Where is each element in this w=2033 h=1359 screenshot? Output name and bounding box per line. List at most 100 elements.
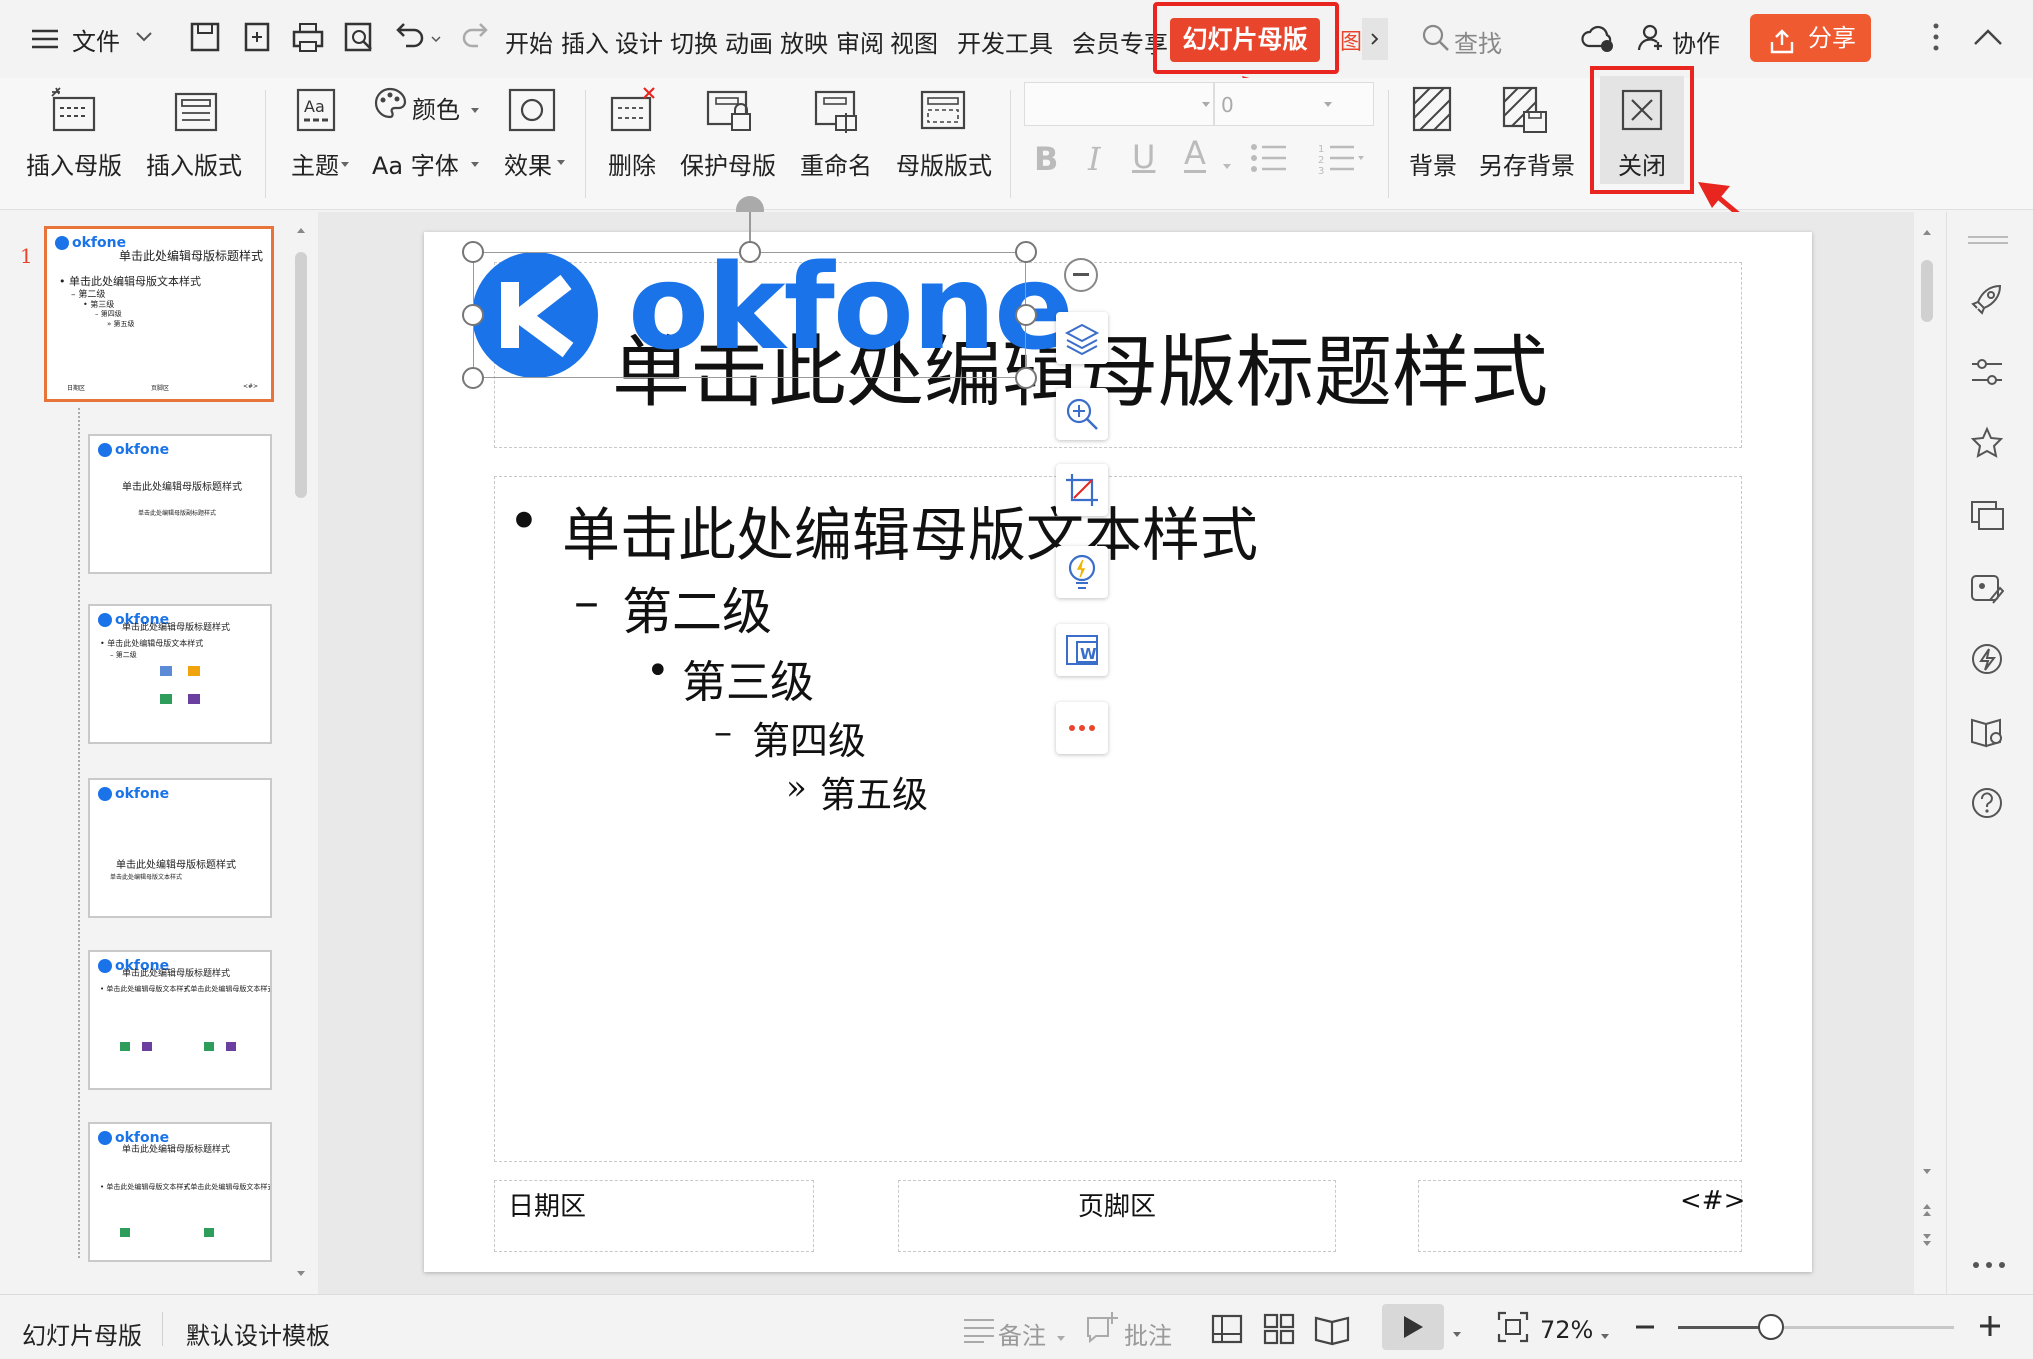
- tab-picture[interactable]: 图: [1340, 24, 1362, 56]
- font-size-select[interactable]: 0: [1214, 82, 1374, 126]
- tab-design[interactable]: 设计: [615, 24, 663, 59]
- thumbnail-layout-title[interactable]: okfone 单击此处编辑母版标题样式 单击此处编辑母版副标题样式: [88, 434, 272, 574]
- effect-icon[interactable]: [508, 88, 556, 136]
- zoom-in-icon[interactable]: [1056, 388, 1108, 440]
- design-palette-icon[interactable]: [1970, 570, 2005, 608]
- notes-dropdown-icon[interactable]: [1056, 1328, 1066, 1347]
- font-color-dropdown-icon[interactable]: [1222, 156, 1232, 175]
- italic-icon[interactable]: I: [1088, 140, 1101, 178]
- font-name-select[interactable]: [1024, 82, 1214, 126]
- comment-icon[interactable]: [1084, 1310, 1120, 1348]
- tab-insert[interactable]: 插入: [561, 24, 609, 59]
- theme-dropdown-icon[interactable]: [340, 154, 350, 173]
- color-button[interactable]: 颜色: [412, 90, 460, 125]
- resize-handle[interactable]: [462, 241, 484, 263]
- bullet-list-icon[interactable]: [1250, 142, 1290, 178]
- thumbnail-layout-comparison[interactable]: okfone 单击此处编辑母版标题样式 • 单击此处编辑母版文本样式 • 单击此…: [88, 1122, 272, 1262]
- crop-icon[interactable]: [1056, 464, 1108, 516]
- fit-window-icon[interactable]: [1496, 1310, 1530, 1348]
- master-layout-icon[interactable]: [918, 86, 968, 138]
- thumbnail-layout-two-content[interactable]: okfone 单击此处编辑母版标题样式 • 单击此处编辑母版文本样式 • 单击此…: [88, 950, 272, 1090]
- palette-icon[interactable]: [372, 86, 408, 124]
- tab-transition[interactable]: 切换: [670, 24, 718, 59]
- text-level-3[interactable]: 第三级: [682, 646, 814, 710]
- color-dropdown-icon[interactable]: [470, 100, 480, 119]
- play-slideshow-button[interactable]: [1382, 1304, 1444, 1350]
- resize-handle[interactable]: [1015, 241, 1037, 263]
- font-button[interactable]: Aa 字体: [372, 146, 459, 181]
- effect-dropdown-icon[interactable]: [556, 152, 566, 171]
- thumbnail-layout-section[interactable]: okfone 单击此处编辑母版标题样式 单击此处编辑母版文本样式: [88, 778, 272, 918]
- close-button-label[interactable]: 关闭: [1606, 146, 1678, 181]
- search-label[interactable]: 查找: [1454, 24, 1502, 59]
- smart-suggest-icon[interactable]: [1056, 546, 1108, 598]
- resize-handle[interactable]: [1015, 304, 1037, 326]
- effect-button[interactable]: 效果: [498, 146, 558, 181]
- thumbnail-layout-content[interactable]: okfone 单击此处编辑母版标题样式 • 单击此处编辑母版文本样式 – 第二级: [88, 604, 272, 744]
- share-button[interactable]: 分享: [1750, 14, 1871, 62]
- normal-view-icon[interactable]: [1210, 1312, 1244, 1350]
- zoom-dropdown-icon[interactable]: [1600, 1326, 1610, 1345]
- export-icon[interactable]: [240, 20, 274, 58]
- hamburger-icon[interactable]: [28, 24, 62, 54]
- font-color-icon[interactable]: A: [1184, 136, 1206, 173]
- search-icon[interactable]: [1422, 24, 1450, 56]
- adjust-icon[interactable]: [1970, 356, 2004, 392]
- print-icon[interactable]: [290, 20, 326, 58]
- protect-master-button[interactable]: 保护母版: [676, 146, 780, 181]
- collaborate-icon[interactable]: [1636, 22, 1666, 56]
- undo-dropdown-icon[interactable]: [430, 30, 442, 43]
- close-master-icon[interactable]: [1620, 88, 1664, 136]
- slide-transition-icon[interactable]: [1970, 498, 2004, 536]
- rocket-icon[interactable]: [1970, 282, 2004, 320]
- save-icon[interactable]: [188, 20, 222, 58]
- bold-icon[interactable]: B: [1034, 140, 1058, 178]
- text-level-5[interactable]: 第五级: [820, 766, 928, 818]
- insert-master-icon[interactable]: [48, 86, 100, 138]
- cloud-sync-icon[interactable]: [1580, 22, 1616, 58]
- comment-button[interactable]: 批注: [1124, 1316, 1172, 1351]
- zoom-out-icon[interactable]: [1634, 1316, 1656, 1342]
- theme-icon[interactable]: Aa: [296, 86, 336, 138]
- numbered-list-icon[interactable]: 123: [1318, 142, 1366, 178]
- delete-icon[interactable]: [608, 86, 658, 138]
- convert-word-icon[interactable]: W: [1056, 624, 1108, 676]
- canvas-scrollbar[interactable]: [1918, 222, 1936, 1282]
- font-dropdown-icon[interactable]: [470, 154, 480, 173]
- reading-view-icon[interactable]: [1314, 1312, 1350, 1350]
- text-level-1[interactable]: 单击此处编辑母版文本样式: [562, 488, 1258, 572]
- tab-slide-master[interactable]: 幻灯片母版: [1170, 18, 1320, 62]
- resize-handle[interactable]: [462, 304, 484, 326]
- quick-action-icon[interactable]: [1970, 642, 2004, 680]
- tab-scroll-right-icon[interactable]: [1362, 18, 1388, 60]
- play-dropdown-icon[interactable]: [1452, 1324, 1462, 1343]
- help-icon[interactable]: [1970, 786, 2004, 824]
- text-level-4[interactable]: 第四级: [752, 710, 866, 765]
- protect-master-icon[interactable]: [704, 86, 754, 138]
- more-horizontal-icon[interactable]: [1972, 1254, 2006, 1273]
- zoom-in-button-icon[interactable]: [1978, 1314, 2002, 1342]
- layers-icon[interactable]: [1056, 312, 1108, 364]
- canvas-scroll-thumb[interactable]: [1921, 260, 1933, 322]
- undo-icon[interactable]: [392, 22, 426, 56]
- template-name-label[interactable]: 默认设计模板: [186, 1316, 330, 1351]
- notes-icon[interactable]: [962, 1314, 996, 1348]
- resize-handle[interactable]: [462, 367, 484, 389]
- rename-icon[interactable]: [812, 86, 862, 138]
- redo-icon[interactable]: [460, 22, 490, 56]
- master-layout-button[interactable]: 母版版式: [890, 146, 998, 181]
- more-options-icon[interactable]: [1056, 702, 1108, 754]
- insert-layout-icon[interactable]: [170, 86, 222, 138]
- background-button[interactable]: 背景: [1400, 146, 1466, 181]
- tab-home[interactable]: 开始: [505, 24, 553, 59]
- save-background-button[interactable]: 另存背景: [1474, 146, 1580, 181]
- insert-layout-button[interactable]: 插入版式: [144, 146, 244, 181]
- rename-button[interactable]: 重命名: [784, 146, 888, 181]
- delete-button[interactable]: 删除: [596, 146, 668, 181]
- thumbnail-scrollbar[interactable]: [294, 222, 308, 1282]
- chevron-down-icon[interactable]: [134, 26, 154, 46]
- text-level-2[interactable]: 第二级: [622, 572, 772, 644]
- zoom-slider-thumb[interactable]: [1758, 1314, 1784, 1340]
- footer-text[interactable]: 页脚区: [1078, 1186, 1156, 1223]
- tab-animation[interactable]: 动画: [725, 24, 773, 59]
